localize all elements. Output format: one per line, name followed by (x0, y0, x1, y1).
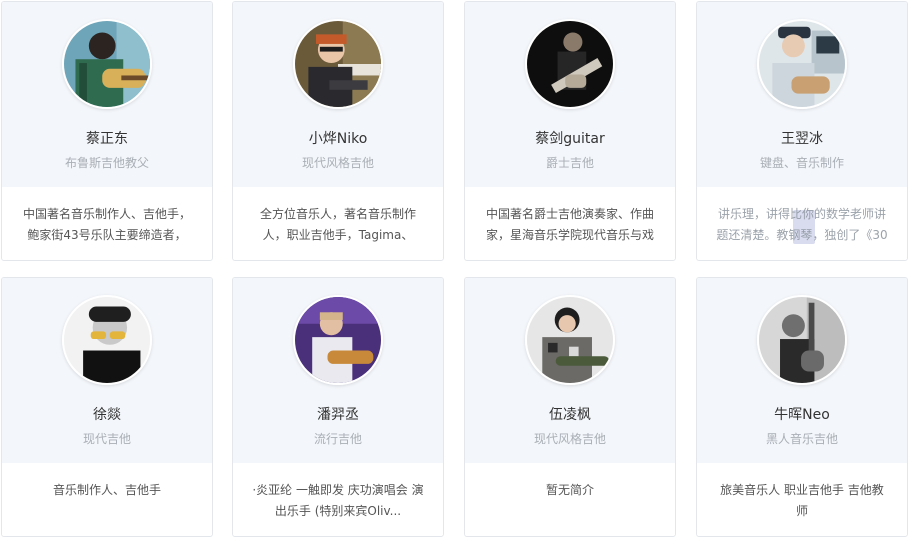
teacher-bio: 旅美音乐人 职业吉他手 吉他教师 (720, 483, 884, 518)
teacher-card[interactable]: 蔡正东 布鲁斯吉他教父 中国著名音乐制作人、吉他手，鲍家街43号乐队主要缔造者， (1, 1, 213, 261)
teacher-bio: ·炎亚纶 一触即发 庆功演唱会 演出乐手 (特别来宾Oliv... (252, 483, 424, 518)
teacher-genre: 布鲁斯吉他教父 (64, 156, 149, 170)
teacher-bio: 讲乐理，讲得比你的数学老师讲题还清楚。教钢琴，独创了《30 (716, 207, 888, 242)
teacher-avatar[interactable] (757, 295, 847, 385)
teacher-avatar[interactable] (62, 19, 152, 109)
teacher-genre: 爵士吉他 (545, 156, 594, 170)
teacher-genre: 现代风格吉他 (533, 432, 606, 446)
teacher-name[interactable]: 伍凌枫 (465, 404, 675, 424)
teacher-avatar[interactable] (757, 19, 847, 109)
teacher-genre: 黑人音乐吉他 (765, 432, 838, 446)
teacher-avatar[interactable] (62, 295, 152, 385)
teacher-name[interactable]: 王翌冰 (697, 128, 907, 148)
teacher-genre: 流行吉他 (313, 432, 362, 446)
teacher-genre: 键盘、音乐制作 (759, 156, 844, 170)
teacher-card[interactable]: 伍凌枫 现代风格吉他 暂无简介 (464, 277, 676, 537)
teacher-bio: 音乐制作人、吉他手 (52, 483, 161, 497)
teacher-card[interactable]: 牛晖Neo 黑人音乐吉他 旅美音乐人 职业吉他手 吉他教师 (696, 277, 908, 537)
teacher-bio: 全方位音乐人，著名音乐制作人，职业吉他手，Tagima、La... (259, 207, 416, 242)
teacher-avatar[interactable] (525, 295, 615, 385)
teacher-genre: 现代风格吉他 (301, 156, 374, 170)
teacher-name[interactable]: 徐燚 (2, 404, 212, 424)
teacher-card[interactable]: 潘羿丞 流行吉他 ·炎亚纶 一触即发 庆功演唱会 演出乐手 (特别来宾Oliv.… (232, 277, 444, 537)
teacher-name[interactable]: 小烨Niko (233, 128, 443, 148)
teacher-bio: 中国著名爵士吉他演奏家、作曲家，星海音乐学院现代音乐与戏 (485, 207, 654, 242)
teacher-card[interactable]: 王翌冰 键盘、音乐制作 讲乐理，讲得比你的数学老师讲题还清楚。教钢琴，独创了《3… (696, 1, 908, 261)
teacher-card[interactable]: 徐燚 现代吉他 音乐制作人、吉他手 (1, 277, 213, 537)
teacher-name[interactable]: 蔡正东 (2, 128, 212, 148)
teacher-genre: 现代吉他 (82, 432, 131, 446)
teacher-avatar[interactable] (293, 19, 383, 109)
teacher-name[interactable]: 蔡剑guitar (465, 128, 675, 148)
teacher-card[interactable]: 小烨Niko 现代风格吉他 全方位音乐人，著名音乐制作人，职业吉他手，Tagim… (232, 1, 444, 261)
teacher-name[interactable]: 牛晖Neo (697, 404, 907, 424)
teacher-grid: 蔡正东 布鲁斯吉他教父 中国著名音乐制作人、吉他手，鲍家街43号乐队主要缔造者，… (0, 0, 909, 537)
teacher-bio: 中国著名音乐制作人、吉他手，鲍家街43号乐队主要缔造者， (22, 207, 191, 242)
teacher-name[interactable]: 潘羿丞 (233, 404, 443, 424)
teacher-bio: 暂无简介 (545, 483, 594, 497)
teacher-card[interactable]: 蔡剑guitar 爵士吉他 中国著名爵士吉他演奏家、作曲家，星海音乐学院现代音乐… (464, 1, 676, 261)
teacher-avatar[interactable] (293, 295, 383, 385)
teacher-avatar[interactable] (525, 19, 615, 109)
